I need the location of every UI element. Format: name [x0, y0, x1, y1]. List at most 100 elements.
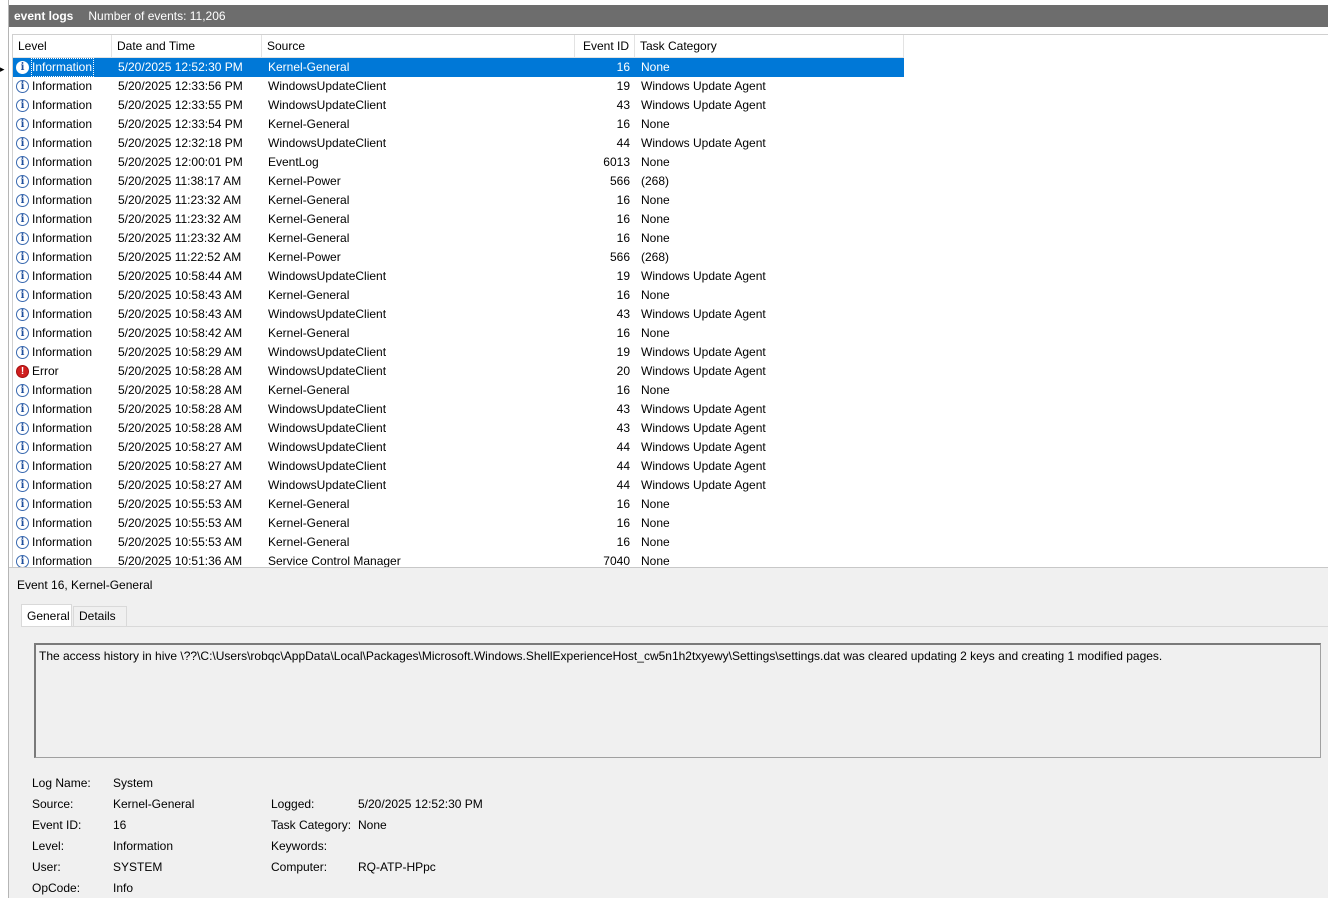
- level-text: Information: [32, 345, 93, 359]
- task-category-cell: None: [641, 288, 670, 302]
- grid-header: Level Date and Time Source Event ID Task…: [13, 35, 904, 58]
- level-text: Information: [32, 535, 93, 549]
- date-cell: 5/20/2025 10:51:36 AM: [118, 554, 243, 567]
- task-category-cell: Windows Update Agent: [641, 136, 766, 150]
- tab-details[interactable]: Details: [73, 606, 127, 626]
- date-cell: 5/20/2025 12:33:55 PM: [118, 98, 243, 112]
- source-cell: Kernel-General: [268, 117, 350, 131]
- table-row[interactable]: i Information 5/20/2025 10:58:27 AM Windows…: [13, 476, 904, 495]
- level-text: Information: [31, 58, 95, 77]
- table-row[interactable]: i Information 5/20/2025 11:23:32 AM Kernel-…: [13, 191, 904, 210]
- level-text: Information: [32, 459, 93, 473]
- date-cell: 5/20/2025 10:58:28 AM: [118, 421, 243, 435]
- info-icon: i: [16, 194, 29, 207]
- column-header-date[interactable]: Date and Time: [112, 35, 262, 57]
- info-icon: i: [16, 460, 29, 473]
- table-row[interactable]: ! Error 5/20/2025 10:58:28 AM WindowsUpdate…: [13, 362, 904, 381]
- column-header-source[interactable]: Source: [262, 35, 575, 57]
- event-description[interactable]: The access history in hive \??\C:\Users\…: [34, 643, 1321, 758]
- table-row[interactable]: i Information 5/20/2025 11:23:32 AM Kernel-…: [13, 210, 904, 229]
- info-icon: i: [16, 384, 29, 397]
- source-cell: WindowsUpdateClient: [268, 364, 387, 378]
- event-id-cell: 566: [609, 250, 630, 264]
- date-cell: 5/20/2025 10:58:42 AM: [118, 326, 243, 340]
- column-header-event-id[interactable]: Event ID: [575, 35, 635, 57]
- date-cell: 5/20/2025 12:32:18 PM: [118, 136, 243, 150]
- table-row[interactable]: i Information 5/20/2025 12:33:55 PM Windows…: [13, 96, 904, 115]
- table-row[interactable]: i Information 5/20/2025 11:22:52 AM Kernel-…: [13, 248, 904, 267]
- table-row[interactable]: i Information 5/20/2025 12:33:54 PM Kernel-…: [13, 115, 904, 134]
- info-icon: i: [16, 80, 29, 93]
- event-id-cell: 44: [616, 459, 630, 473]
- level-label: Level:: [32, 839, 65, 853]
- level-value: Information: [113, 839, 174, 853]
- collapse-arrow-icon[interactable]: ▸: [0, 64, 5, 75]
- table-row[interactable]: i Information 5/20/2025 12:00:01 PM EventLo…: [13, 153, 904, 172]
- table-row[interactable]: i Information 5/20/2025 12:32:18 PM Windows…: [13, 134, 904, 153]
- event-id-cell: 16: [616, 535, 630, 549]
- source-cell: Kernel-General: [268, 516, 350, 530]
- column-header-level[interactable]: Level: [13, 35, 112, 57]
- level-cell: i Information: [16, 324, 112, 343]
- level-cell: i Information: [16, 229, 112, 248]
- level-cell: i Information: [16, 286, 112, 305]
- level-text: Information: [32, 516, 93, 530]
- level-cell: i Information: [16, 77, 112, 96]
- column-header-task-category[interactable]: Task Category: [635, 35, 904, 57]
- table-row[interactable]: i Information 5/20/2025 10:58:27 AM Windows…: [13, 438, 904, 457]
- level-text: Information: [32, 326, 93, 340]
- date-cell: 5/20/2025 12:52:30 PM: [118, 60, 243, 74]
- level-text: Information: [32, 117, 93, 131]
- info-icon: i: [16, 517, 29, 530]
- level-text: Information: [32, 212, 93, 226]
- date-cell: 5/20/2025 12:33:56 PM: [118, 79, 243, 93]
- task-category-cell: Windows Update Agent: [641, 98, 766, 112]
- computer-label: Computer:: [271, 860, 328, 874]
- table-row[interactable]: i Information 5/20/2025 10:58:44 AM Windows…: [13, 267, 904, 286]
- level-text: Information: [32, 98, 93, 112]
- table-row[interactable]: i Information 5/20/2025 10:58:29 AM Windows…: [13, 343, 904, 362]
- level-cell: i Information: [16, 476, 112, 495]
- table-row[interactable]: i Information 5/20/2025 10:58:28 AM Kernel-…: [13, 381, 904, 400]
- event-grid[interactable]: Level Date and Time Source Event ID Task…: [12, 34, 1328, 567]
- log-title-bar: event logs Number of events: 11,206: [9, 5, 1328, 27]
- date-cell: 5/20/2025 10:58:43 AM: [118, 288, 243, 302]
- event-id-cell: 44: [616, 478, 630, 492]
- level-cell: i Information: [16, 210, 112, 229]
- task-category-cell: None: [641, 554, 670, 567]
- table-row[interactable]: i Information 5/20/2025 10:58:43 AM Windows…: [13, 305, 904, 324]
- table-row[interactable]: i Information 5/20/2025 12:33:56 PM Windows…: [13, 77, 904, 96]
- task-category-cell: None: [641, 117, 670, 131]
- table-row[interactable]: i Information 5/20/2025 12:52:30 PM Kernel-…: [13, 58, 904, 77]
- level-text: Information: [32, 155, 93, 169]
- task-category-cell: Windows Update Agent: [641, 478, 766, 492]
- table-row[interactable]: i Information 5/20/2025 10:58:28 AM Windows…: [13, 419, 904, 438]
- source-cell: Kernel-General: [268, 535, 350, 549]
- level-cell: i Information: [16, 96, 112, 115]
- info-icon: i: [16, 555, 29, 567]
- source-cell: Kernel-General: [268, 326, 350, 340]
- table-row[interactable]: i Information 5/20/2025 11:23:32 AM Kernel-…: [13, 229, 904, 248]
- tab-general[interactable]: General: [21, 604, 72, 627]
- user-value: SYSTEM: [113, 860, 163, 874]
- table-row[interactable]: i Information 5/20/2025 10:55:53 AM Kernel-…: [13, 495, 904, 514]
- table-row[interactable]: i Information 5/20/2025 10:55:53 AM Kernel-…: [13, 533, 904, 552]
- source-cell: Kernel-General: [268, 60, 350, 74]
- source-cell: WindowsUpdateClient: [268, 98, 387, 112]
- date-cell: 5/20/2025 10:55:53 AM: [118, 497, 243, 511]
- level-text: Information: [32, 250, 93, 264]
- event-id-cell: 16: [616, 193, 630, 207]
- table-row[interactable]: i Information 5/20/2025 11:38:17 AM Kernel-…: [13, 172, 904, 191]
- level-text: Information: [32, 440, 93, 454]
- table-row[interactable]: i Information 5/20/2025 10:58:43 AM Kernel-…: [13, 286, 904, 305]
- info-icon: i: [16, 346, 29, 359]
- info-icon: i: [16, 156, 29, 169]
- table-row[interactable]: i Information 5/20/2025 10:58:28 AM Windows…: [13, 400, 904, 419]
- level-cell: i Information: [16, 153, 112, 172]
- event-id-cell: 6013: [603, 155, 630, 169]
- date-cell: 5/20/2025 11:22:52 AM: [118, 250, 242, 264]
- table-row[interactable]: i Information 5/20/2025 10:58:42 AM Kernel-…: [13, 324, 904, 343]
- table-row[interactable]: i Information 5/20/2025 10:58:27 AM Windows…: [13, 457, 904, 476]
- table-row[interactable]: i Information 5/20/2025 10:55:53 AM Kernel-…: [13, 514, 904, 533]
- table-row[interactable]: i Information 5/20/2025 10:51:36 AM Service…: [13, 552, 904, 567]
